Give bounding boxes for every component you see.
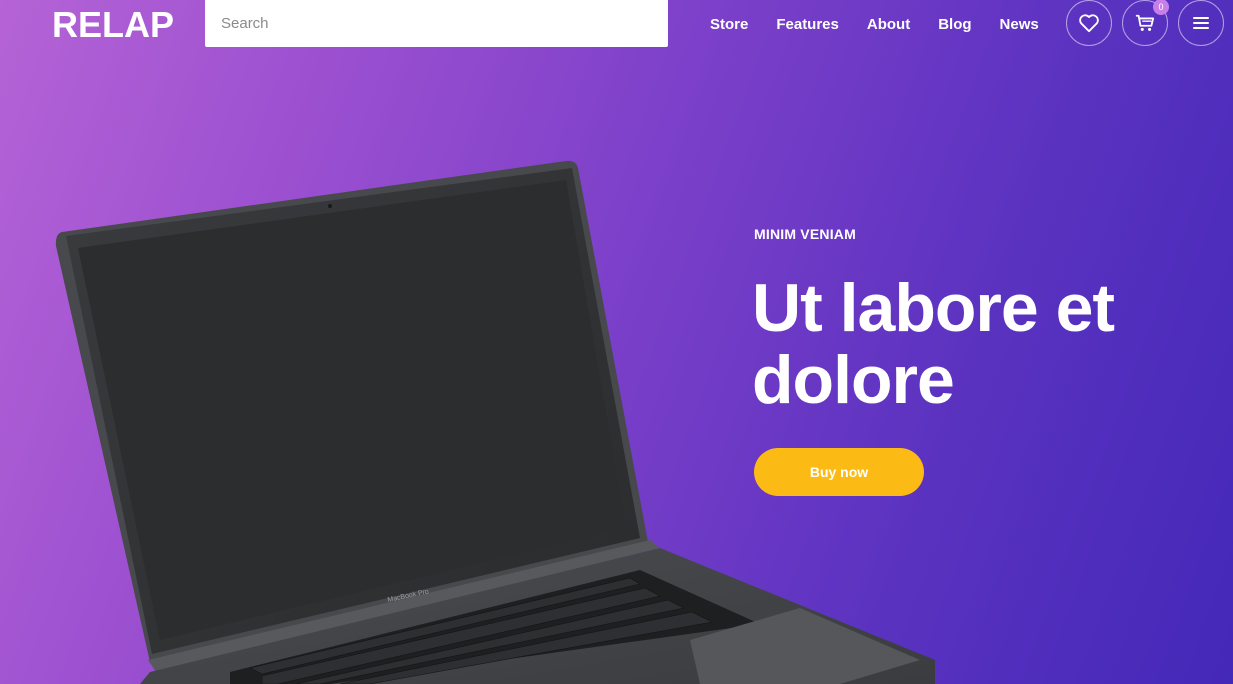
main-nav: Store Features About Blog News xyxy=(710,16,1067,33)
nav-link-news[interactable]: News xyxy=(1000,16,1039,33)
buy-now-button[interactable]: Buy now xyxy=(754,448,924,496)
menu-icon xyxy=(1193,17,1209,29)
wishlist-button[interactable] xyxy=(1066,0,1112,46)
cart-button[interactable]: 0 xyxy=(1122,0,1169,46)
menu-button[interactable] xyxy=(1178,0,1224,46)
nav-link-store[interactable]: Store xyxy=(710,16,748,33)
cart-icon xyxy=(1135,14,1155,31)
hero-eyebrow: MINIM VENIAM xyxy=(754,226,856,242)
search-input[interactable] xyxy=(205,0,668,47)
hero-headline-line-1: Ut labore et xyxy=(752,270,1115,346)
hero-headline: Ut labore et dolore xyxy=(752,272,1222,416)
site-logo[interactable]: RELAP xyxy=(52,4,174,46)
hero-headline-line-2: dolore xyxy=(752,342,955,418)
cart-count-badge: 0 xyxy=(1153,0,1169,15)
nav-link-blog[interactable]: Blog xyxy=(938,16,971,33)
heart-icon xyxy=(1079,14,1099,33)
nav-link-features[interactable]: Features xyxy=(776,16,839,33)
nav-link-about[interactable]: About xyxy=(867,16,910,33)
